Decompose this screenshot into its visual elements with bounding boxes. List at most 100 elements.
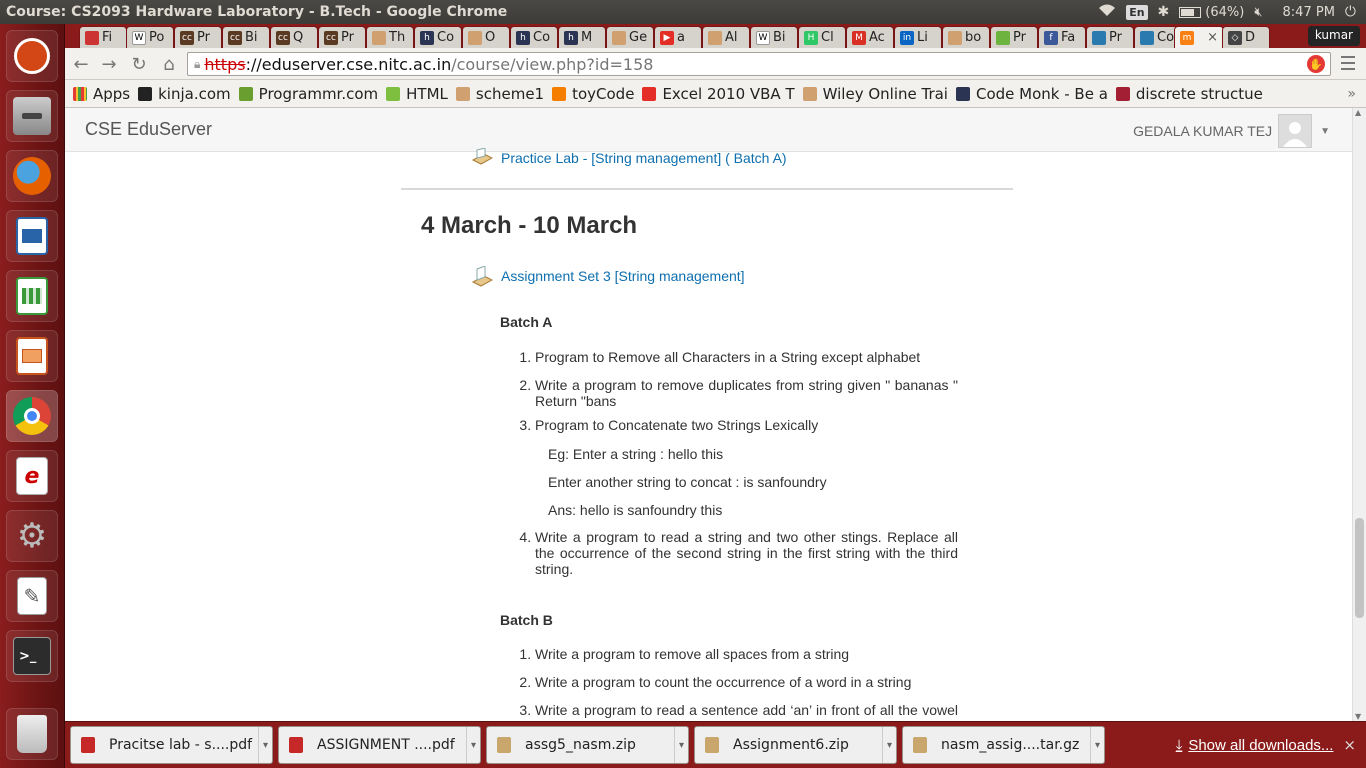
bookmark-item[interactable]: scheme1 — [455, 85, 544, 103]
bookmark-item[interactable]: toyCode — [552, 85, 634, 103]
tab-10[interactable]: h Co — [510, 26, 558, 48]
chevron-down-icon[interactable]: ▾ — [1090, 727, 1104, 763]
page-scrollbar[interactable]: ▲ ▼ — [1352, 108, 1366, 721]
tab-9[interactable]: O — [462, 26, 510, 48]
scroll-up-arrow-icon[interactable]: ▲ — [1355, 108, 1361, 117]
tab-12[interactable]: Ge — [606, 26, 654, 48]
bookmark-item[interactable]: Excel 2010 VBA T — [642, 85, 795, 103]
tab-14[interactable]: Al — [702, 26, 750, 48]
download-item[interactable]: ASSIGNMENT ....pdf ▾ — [278, 726, 481, 764]
assignment-link[interactable]: Assignment Set 3 [String management] — [471, 265, 745, 287]
download-filename: nasm_assig....tar.gz — [941, 737, 1080, 753]
scrollbar-thumb[interactable] — [1355, 518, 1364, 618]
tab-13[interactable]: ▶ a — [654, 26, 702, 48]
terminal-launcher[interactable]: >_ — [6, 630, 58, 682]
tab-label: Q — [293, 30, 304, 45]
extension-icon[interactable]: ✋ — [1307, 55, 1325, 73]
close-downloads-icon[interactable]: × — [1343, 736, 1356, 754]
user-menu[interactable]: GEDALA KUMAR TEJ ▼ — [1133, 114, 1330, 148]
download-item[interactable]: nasm_assig....tar.gz ▾ — [902, 726, 1105, 764]
insecure-lock-icon[interactable]: 🔒︎ — [194, 57, 200, 72]
tab-3[interactable]: cc Pr — [174, 26, 222, 48]
document-viewer-launcher[interactable]: e — [6, 450, 58, 502]
writer-launcher[interactable] — [6, 210, 58, 262]
bluetooth-icon[interactable]: ✱ — [1158, 4, 1170, 20]
tab-4[interactable]: cc Bi — [222, 26, 270, 48]
volume-muted-icon[interactable]: 🔇︎ — [1254, 5, 1262, 20]
chevron-down-icon[interactable]: ▾ — [674, 727, 688, 763]
reload-button[interactable]: ↻ — [129, 54, 149, 75]
address-bar[interactable]: 🔒︎ https ://eduserver.cse.nitc.ac.in /co… — [187, 52, 1331, 76]
bookmark-label: discrete structue — [1135, 84, 1263, 103]
show-all-downloads-link[interactable]: ⤓ Show all downloads... — [1176, 737, 1334, 754]
impress-launcher[interactable] — [6, 330, 58, 382]
prev-activity-link[interactable]: Practice Lab - [String management] ( Bat… — [471, 147, 787, 168]
hackerrank-icon: H — [804, 30, 818, 45]
tab-24[interactable]: m × — [1174, 26, 1224, 48]
download-item[interactable]: Assignment6.zip ▾ — [694, 726, 897, 764]
tab-11[interactable]: hM — [558, 26, 606, 48]
tab-22[interactable]: Pr — [1086, 26, 1134, 48]
home-button[interactable]: ⌂ — [159, 54, 179, 75]
bookmark-item[interactable]: HTML — [386, 85, 448, 103]
bookmark-label: Programmr.com — [258, 84, 379, 103]
bookmark-item[interactable]: Wiley Online Trai — [802, 85, 948, 103]
download-item[interactable]: Pracitse lab - s....pdf ▾ — [70, 726, 273, 764]
tab-25[interactable]: ◇ D — [1222, 26, 1270, 48]
tab-label: a — [677, 30, 685, 45]
bookmark-item[interactable]: discrete structue — [1115, 84, 1263, 103]
forward-button[interactable]: → — [99, 54, 119, 75]
chrome-launcher[interactable] — [6, 390, 58, 442]
tab-20[interactable]: Pr — [990, 26, 1038, 48]
tab-6[interactable]: cc Pr — [318, 26, 366, 48]
facebook-icon: f — [1044, 30, 1058, 45]
chevron-down-icon[interactable]: ▾ — [466, 727, 480, 763]
bookmark-item[interactable]: Code Monk - Be a — [955, 85, 1108, 103]
ubuntu-dash-button[interactable] — [6, 30, 58, 82]
bookmark-item[interactable]: Programmr.com — [238, 84, 379, 103]
system-settings-launcher[interactable]: ⚙ — [6, 510, 58, 562]
writer-document-icon — [16, 217, 48, 255]
download-item[interactable]: assg5_nasm.zip ▾ — [486, 726, 689, 764]
bookmark-item[interactable]: Apps — [73, 85, 130, 103]
hackerearth-icon — [955, 86, 970, 101]
bookmarks-overflow-button[interactable]: » — [1347, 86, 1356, 102]
power-icon[interactable]: ⏻ — [1345, 4, 1356, 20]
chrome-menu-icon[interactable] — [1341, 56, 1355, 70]
clock[interactable]: 8:47 PM — [1283, 5, 1335, 20]
battery-indicator[interactable]: (64%) — [1179, 5, 1244, 20]
keyboard-layout-indicator[interactable]: En — [1126, 4, 1148, 20]
tab-strip: Fi W Po cc Pr cc Bi cc Qcc Pr Th h Co Oh Co h M Ge ▶ a Al W Bi… — [65, 24, 1366, 48]
bookmark-item[interactable]: kinja.com — [138, 85, 231, 103]
tab-2[interactable]: W Po — [126, 26, 174, 48]
trash-launcher[interactable] — [6, 708, 58, 760]
calc-launcher[interactable] — [6, 270, 58, 322]
files-launcher[interactable] — [6, 90, 58, 142]
batch-a-heading: Batch A — [500, 314, 553, 330]
tab-19[interactable]: bo — [942, 26, 990, 48]
firefox-launcher[interactable] — [6, 150, 58, 202]
tab-5[interactable]: cc Q — [270, 26, 318, 48]
back-button[interactable]: ← — [71, 54, 91, 75]
youtube-icon — [642, 86, 657, 101]
chevron-down-icon[interactable]: ▾ — [258, 727, 272, 763]
assignment-label: Assignment Set 3 [String management] — [501, 268, 745, 284]
tab-21[interactable]: f Fa — [1038, 26, 1086, 48]
scroll-down-arrow-icon[interactable]: ▼ — [1355, 712, 1361, 721]
green-icon — [996, 30, 1010, 45]
profile-button[interactable]: kumar — [1307, 26, 1360, 46]
tab-18[interactable]: in Li — [894, 26, 942, 48]
tab-8[interactable]: h Co — [414, 26, 462, 48]
tab-7[interactable]: Th — [366, 26, 414, 48]
text-editor-launcher[interactable]: ✎ — [6, 570, 58, 622]
site-brand[interactable]: CSE EduServer — [85, 119, 212, 140]
bookmark-label: HTML — [406, 84, 448, 103]
wifi-icon[interactable] — [1098, 3, 1116, 21]
chevron-down-icon[interactable]: ▾ — [882, 727, 896, 763]
tab-15[interactable]: W Bi — [750, 26, 798, 48]
tab-1[interactable]: Fi — [79, 26, 127, 48]
tab-close-icon[interactable]: × — [1207, 30, 1218, 45]
tab-label: Bi — [245, 30, 258, 45]
tab-16[interactable]: H Cl — [798, 26, 846, 48]
tab-17[interactable]: M Ac — [846, 26, 894, 48]
